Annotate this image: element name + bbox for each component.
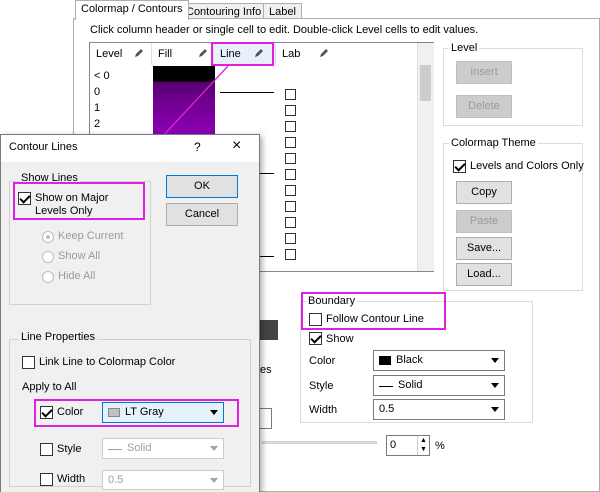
label-checkbox[interactable]	[285, 217, 296, 228]
level-cell[interactable]: 0	[94, 86, 100, 98]
percent-spinner[interactable]: 0 ▲ ▼	[386, 435, 430, 456]
chevron-down-icon	[210, 478, 218, 483]
colormap-theme-title: Colormap Theme	[449, 137, 538, 149]
style-value: Solid	[127, 442, 152, 454]
dialog-title: Contour Lines	[9, 141, 78, 153]
label-checkbox[interactable]	[285, 137, 296, 148]
keep-current-label: Keep Current	[58, 230, 124, 242]
copy-button[interactable]: Copy	[456, 181, 512, 204]
chevron-down-icon	[491, 383, 499, 388]
line-properties-title: Line Properties	[19, 331, 97, 343]
width-checkbox[interactable]	[40, 473, 53, 486]
level-group-title: Level	[449, 42, 480, 54]
label-checkbox[interactable]	[285, 169, 296, 180]
boundary-style-value: Solid	[398, 379, 423, 391]
label-checkbox[interactable]	[285, 249, 296, 260]
link-line-label: Link Line to Colormap Color	[39, 356, 176, 368]
pencil-icon[interactable]	[134, 48, 144, 58]
label-checkbox[interactable]	[285, 185, 296, 196]
paste-button[interactable]: Paste	[456, 210, 512, 233]
pencil-icon[interactable]	[319, 48, 329, 58]
boundary-style-label: Style	[309, 380, 334, 392]
level-cell[interactable]: 2	[94, 118, 100, 130]
label-checkbox[interactable]	[285, 121, 296, 132]
level-cell[interactable]: 1	[94, 102, 100, 114]
line-style-sample	[379, 386, 393, 387]
label-checkbox[interactable]	[285, 201, 296, 212]
levels-colors-only-checkbox[interactable]	[453, 160, 466, 173]
contour-lines-dialog: Contour Lines ? × Show Lines Show on Maj…	[0, 134, 260, 492]
tab-colormap-contours[interactable]: Colormap / Contours	[75, 0, 189, 20]
color-swatch	[379, 356, 391, 365]
ok-button[interactable]: OK	[166, 175, 238, 198]
dialog-body: Show Lines Show on Major Levels Only Kee…	[1, 162, 259, 492]
help-icon[interactable]: ?	[194, 140, 201, 154]
width-value: 0.5	[108, 474, 124, 486]
pencil-icon[interactable]	[198, 48, 208, 58]
chevron-down-icon	[210, 410, 218, 415]
levels-colors-only-label: Levels and Colors Only	[470, 160, 584, 172]
chevron-down-icon	[491, 407, 499, 412]
boundary-width-value: 0.5	[379, 403, 395, 415]
label-checkbox[interactable]	[285, 233, 296, 244]
show-all-label: Show All	[58, 250, 101, 262]
boundary-style-dropdown[interactable]: Solid	[373, 375, 505, 396]
label-checkbox[interactable]	[285, 89, 296, 100]
color-value: LT Gray	[125, 406, 164, 418]
boundary-color-label: Color	[309, 355, 336, 367]
boundary-width-label: Width	[309, 404, 338, 416]
label-checkbox[interactable]	[285, 153, 296, 164]
color-label: Color	[57, 406, 84, 418]
instructions-text: Click column header or single cell to ed…	[90, 24, 479, 36]
apply-to-all-label: Apply to All	[22, 381, 77, 393]
color-dropdown[interactable]: LT Gray	[102, 402, 224, 423]
hide-all-label: Hide All	[58, 270, 96, 282]
slider-track[interactable]	[262, 441, 377, 444]
insert-button[interactable]: Insert	[456, 61, 512, 84]
show-boundary-label: Show	[326, 333, 354, 345]
style-label: Style	[57, 443, 82, 455]
delete-button[interactable]: Delete	[456, 95, 512, 118]
color-checkbox[interactable]	[40, 406, 53, 419]
save-button[interactable]: Save...	[456, 237, 512, 260]
header-level-label: Level	[96, 48, 123, 60]
percent-sign: %	[435, 440, 445, 452]
boundary-color-value: Black	[396, 354, 423, 366]
width-dropdown[interactable]: 0.5	[102, 470, 224, 490]
spin-up-icon[interactable]: ▲	[417, 436, 429, 445]
spin-down-icon[interactable]: ▼	[417, 445, 429, 455]
boundary-color-dropdown[interactable]: Black	[373, 350, 505, 371]
percent-value: 0	[390, 439, 397, 451]
style-dropdown[interactable]: Solid	[102, 438, 224, 459]
width-label: Width	[57, 473, 86, 485]
header-fill-label: Fill	[158, 48, 173, 60]
label-checkbox[interactable]	[285, 105, 296, 116]
show-boundary-checkbox[interactable]	[309, 332, 322, 345]
show-all-radio[interactable]	[42, 251, 54, 263]
line-style-sample	[108, 449, 122, 450]
color-swatch	[108, 408, 120, 417]
tab-label[interactable]: Label	[263, 3, 302, 19]
level-cell[interactable]: < 0	[94, 70, 110, 82]
tab-contouring-info[interactable]: Contouring Info	[180, 3, 268, 19]
close-icon[interactable]: ×	[232, 137, 241, 155]
header-label-label: Lab	[282, 48, 301, 60]
hide-all-radio[interactable]	[42, 271, 54, 283]
highlight-show-major	[13, 182, 145, 220]
grid-scrollbar-thumb[interactable]	[420, 65, 431, 101]
boundary-width-dropdown[interactable]: 0.5	[373, 399, 505, 420]
keep-current-radio[interactable]	[42, 231, 54, 243]
highlight-boundary	[301, 292, 446, 330]
style-checkbox[interactable]	[40, 443, 53, 456]
chevron-down-icon	[491, 358, 499, 363]
chevron-down-icon	[210, 446, 218, 451]
link-line-checkbox[interactable]	[22, 356, 35, 369]
cancel-button[interactable]: Cancel	[166, 203, 238, 226]
partial-text: es	[260, 364, 272, 376]
load-button[interactable]: Load...	[456, 263, 512, 286]
